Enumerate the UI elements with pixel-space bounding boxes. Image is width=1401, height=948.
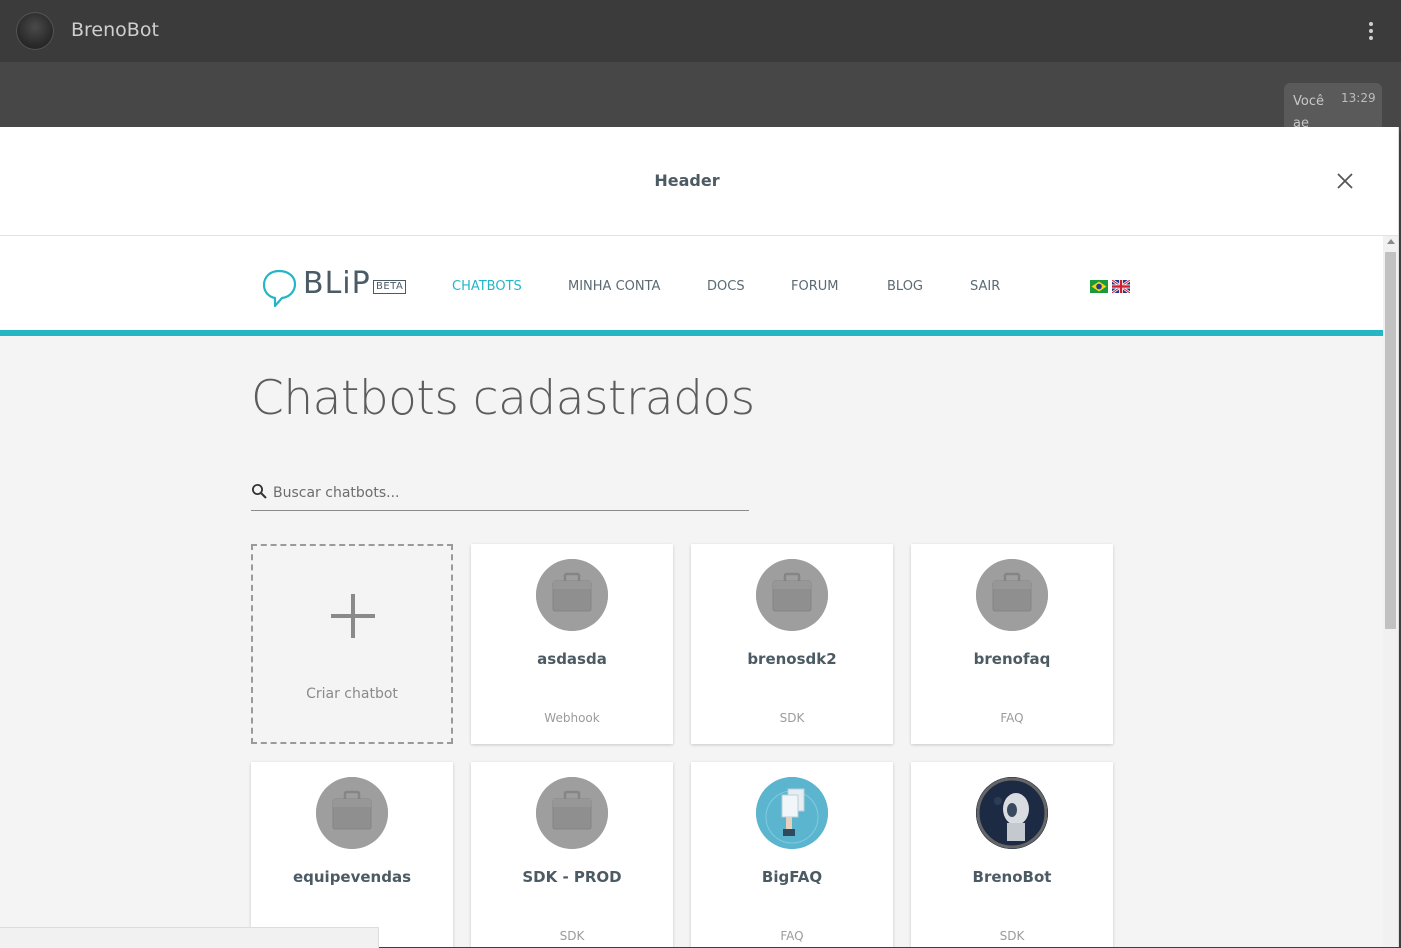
document-photo (756, 777, 828, 849)
scrollbar[interactable] (1383, 236, 1398, 947)
bot-avatar[interactable] (16, 12, 54, 50)
chatbot-type: SDK (559, 929, 585, 943)
page-title: Chatbots cadastrados (251, 371, 755, 426)
more-options-icon[interactable] (1362, 20, 1380, 42)
brazil-flag-icon[interactable] (1090, 280, 1108, 293)
create-chatbot-card[interactable]: Criar chatbot (251, 544, 453, 744)
chatbot-card[interactable]: BigFAQ FAQ (691, 762, 893, 947)
bottom-overlay (0, 927, 379, 948)
briefcase-icon (756, 559, 828, 631)
chat-title: BrenoBot (71, 19, 159, 41)
blip-navbar: BLiP BETA CHATBOTS MINHA CONTA DOCS FORU… (0, 236, 1383, 336)
chatbot-card[interactable]: BrenoBot SDK (911, 762, 1113, 947)
speech-bubble-icon (262, 269, 297, 308)
chatbot-name: brenofaq (973, 650, 1051, 668)
chatbot-card[interactable]: equipevendas Manual (251, 762, 453, 947)
nav-docs[interactable]: DOCS (707, 279, 745, 294)
search-icon (252, 484, 267, 499)
chatbot-type: SDK (779, 711, 805, 725)
chatbot-name: equipevendas (292, 868, 412, 886)
chatbot-name: BigFAQ (761, 868, 823, 886)
beta-badge: BETA (373, 280, 407, 294)
scroll-up-icon[interactable] (1387, 239, 1395, 244)
robot-photo (976, 777, 1048, 849)
chatbot-card[interactable]: SDK - PROD SDK (471, 762, 673, 947)
scroll-thumb[interactable] (1385, 252, 1396, 629)
nav-chatbots[interactable]: CHATBOTS (452, 279, 522, 294)
chatbot-type: SDK (999, 929, 1025, 943)
chatbot-name: brenosdk2 (747, 650, 837, 668)
briefcase-icon (976, 559, 1048, 631)
modal-title: Header (654, 171, 720, 190)
briefcase-icon (316, 777, 388, 849)
uk-flag-icon[interactable] (1112, 280, 1130, 293)
chat-topbar: BrenoBot (0, 0, 1401, 62)
briefcase-icon (536, 777, 608, 849)
chatbot-type: FAQ (1000, 711, 1024, 725)
search-box[interactable] (251, 474, 749, 511)
chatbot-card[interactable]: brenofaq FAQ (911, 544, 1113, 744)
web-view-modal: Header BLiP BETA CHATBOTS MINHA CONTA DO… (0, 127, 1399, 947)
nav-minha-conta[interactable]: MINHA CONTA (568, 279, 660, 294)
nav-blog[interactable]: BLOG (887, 279, 923, 294)
chatbot-type: FAQ (780, 929, 804, 943)
chatbot-name: SDK - PROD (522, 868, 622, 886)
nav-forum[interactable]: FORUM (791, 279, 838, 294)
chatbot-card[interactable]: asdasda Webhook (471, 544, 673, 744)
blip-logo[interactable]: BLiP BETA (262, 266, 412, 308)
chatbot-name: asdasda (537, 650, 607, 668)
modal-header: Header (0, 127, 1398, 236)
create-chatbot-label: Criar chatbot (306, 686, 398, 702)
chatbot-type: Webhook (544, 711, 600, 725)
chat-area (0, 62, 1401, 132)
embedded-page: BLiP BETA CHATBOTS MINHA CONTA DOCS FORU… (0, 236, 1383, 947)
chatbot-card[interactable]: brenosdk2 SDK (691, 544, 893, 744)
logo-text: BLiP (303, 266, 371, 301)
briefcase-icon (536, 559, 608, 631)
nav-sair[interactable]: SAIR (970, 279, 1000, 294)
chatbot-name: BrenoBot (972, 868, 1052, 886)
plus-icon (331, 594, 375, 638)
message-time: 13:29 (1341, 91, 1376, 105)
search-input[interactable] (271, 480, 745, 506)
close-icon[interactable] (1334, 170, 1356, 192)
